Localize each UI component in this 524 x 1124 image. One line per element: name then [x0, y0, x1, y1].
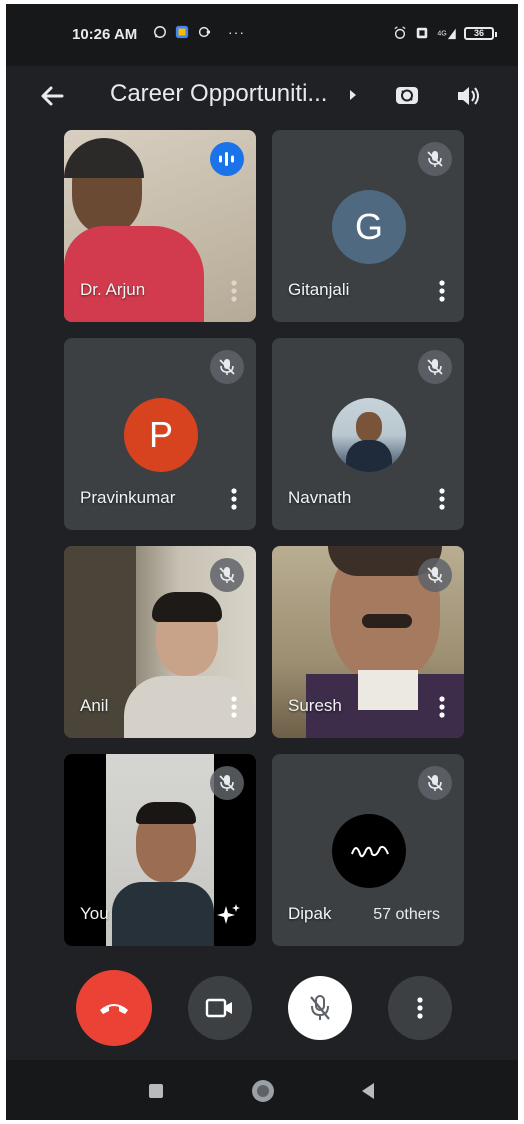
data-icon — [416, 27, 428, 39]
end-call-button[interactable] — [76, 970, 152, 1046]
home-icon[interactable] — [252, 1080, 274, 1102]
more-vertical-icon[interactable] — [228, 278, 240, 304]
svg-text:4G: 4G — [437, 31, 446, 38]
more-vertical-icon[interactable] — [436, 694, 448, 720]
others-count-badge[interactable]: 57 others — [359, 900, 454, 930]
mic-off-icon — [418, 558, 452, 592]
whatsapp-icon — [154, 26, 166, 38]
participant-name: Gitanjali — [288, 280, 350, 299]
mic-off-icon — [418, 350, 452, 384]
caret-right-icon[interactable] — [348, 88, 358, 102]
status-bar: 10:26 AM ··· 4G 36 — [6, 4, 518, 66]
more-vertical-icon[interactable] — [228, 486, 240, 512]
participant-name: Dr. Arjun — [80, 280, 146, 299]
meeting-header: Career Opportuniti... — [6, 66, 518, 126]
more-vertical-icon[interactable] — [436, 486, 448, 512]
participant-tile[interactable]: Dr. Arjun — [64, 130, 256, 322]
mic-toggle-button[interactable] — [288, 976, 352, 1040]
recents-icon[interactable] — [149, 1084, 163, 1098]
participant-name: Anil — [80, 696, 109, 715]
speaking-indicator-icon — [210, 142, 244, 176]
participant-tile-self[interactable]: You — [64, 754, 256, 946]
back-arrow-icon[interactable] — [38, 82, 66, 110]
speaker-icon[interactable] — [454, 82, 482, 110]
effects-sparkle-icon[interactable] — [216, 902, 242, 928]
participant-name: Dipak — [288, 904, 332, 923]
mic-off-icon — [210, 350, 244, 384]
camera-toggle-button[interactable] — [188, 976, 252, 1040]
participant-name: Pravinkumar — [80, 488, 176, 507]
more-notifications-icon: ··· — [228, 24, 245, 40]
alarm-icon — [394, 26, 406, 39]
app-notification-icon — [175, 25, 189, 39]
switch-camera-icon[interactable] — [392, 80, 422, 110]
avatar — [332, 398, 406, 472]
logo-script-icon — [351, 845, 389, 858]
participant-name: Navnath — [288, 488, 352, 507]
participant-tile[interactable]: Suresh — [272, 546, 464, 738]
video-camera-icon — [205, 998, 232, 1018]
mic-off-icon — [310, 995, 330, 1020]
status-time: 10:26 AM — [72, 26, 138, 43]
avatar: P — [124, 398, 198, 472]
mic-off-icon — [418, 766, 452, 800]
avatar: G — [332, 190, 406, 264]
participant-name: Suresh — [288, 696, 342, 715]
more-vertical-icon[interactable] — [436, 278, 448, 304]
participant-tile[interactable]: Anil — [64, 546, 256, 738]
more-vertical-icon[interactable] — [228, 694, 240, 720]
meeting-title[interactable]: Career Opportuniti... — [110, 80, 344, 108]
mic-off-icon — [210, 558, 244, 592]
phone-screen: 10:26 AM ··· 4G 36 Career Opportuniti... — [6, 4, 518, 1120]
battery-icon: 36 — [464, 26, 497, 40]
participant-name: You — [80, 904, 109, 923]
more-vertical-icon — [417, 997, 423, 1019]
avatar-logo — [332, 814, 406, 888]
signal-icon: 4G — [437, 28, 456, 40]
participant-tile[interactable]: G Gitanjali — [272, 130, 464, 322]
system-nav-bar — [6, 1060, 518, 1120]
participant-tile[interactable]: Dipak 57 others — [272, 754, 464, 946]
phone-hangup-icon — [100, 1004, 128, 1014]
back-triangle-icon[interactable] — [360, 1082, 376, 1100]
sync-icon — [198, 26, 211, 38]
participant-tile[interactable]: Navnath — [272, 338, 464, 530]
mic-off-icon — [418, 142, 452, 176]
participant-tile[interactable]: P Pravinkumar — [64, 338, 256, 530]
more-options-button[interactable] — [388, 976, 452, 1040]
mic-off-icon — [210, 766, 244, 800]
